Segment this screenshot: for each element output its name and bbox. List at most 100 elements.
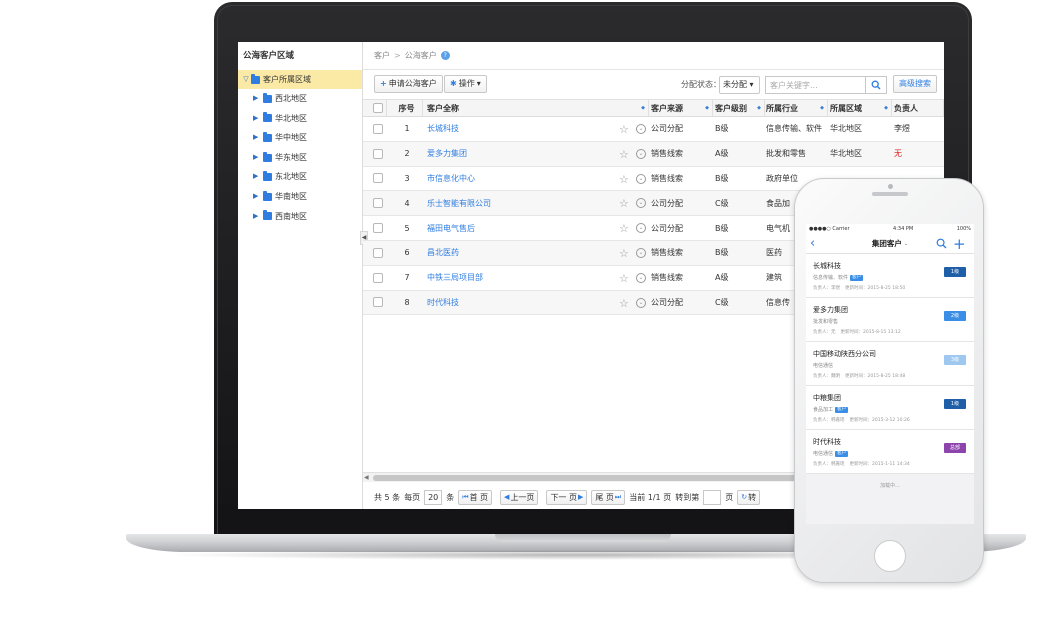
row-checkbox[interactable] [373,247,383,258]
list-item[interactable]: 爱多力集团 批发和零售 负责人：无 更新时间：2015-8-15 13:12 2级 [806,298,974,342]
chevron-down-circle-icon[interactable]: ⌄ [636,297,646,308]
cell-seq: 4 [404,198,410,208]
star-icon[interactable]: ☆ [619,223,629,234]
caret-right-icon[interactable]: ▶ [253,167,263,187]
prev-page-button[interactable]: ◀ 上一页 [500,489,539,505]
header-name-label: 客户全称 [427,103,459,113]
caret-right-icon[interactable]: ▶ [253,187,263,207]
last-page-icon: ⏭ [614,492,622,501]
star-icon[interactable]: ☆ [619,198,629,209]
chevron-down-icon[interactable]: ⌄ [904,241,908,247]
list-item[interactable]: 中国移动陕西分公司 电信通信 负责人：魏明 更新时间：2015-8-25 18:48 3… [806,342,974,386]
header-industry[interactable]: 所属行业 ◆ [766,100,828,116]
star-icon[interactable]: ☆ [619,298,629,309]
breadcrumb-separator: > [394,50,401,60]
card-name: 爱多力集团 [813,306,848,314]
next-page-button[interactable]: 下一 页 ▶ [546,489,588,505]
last-page-button[interactable]: 尾 页 ⏭ [591,489,626,505]
star-icon[interactable]: ☆ [619,273,629,284]
per-page-input[interactable] [424,489,443,505]
add-icon[interactable]: + [953,234,966,254]
action-dropdown-button[interactable]: ✱ 操作 ▾ [444,75,487,93]
select-all-checkbox[interactable] [373,103,383,113]
list-item[interactable]: 长城科技 信息传输、软件 客户 负责人：李煜 更新时间：2015-8-25 18:50 1… [806,254,974,298]
row-checkbox[interactable] [373,297,383,308]
tree-item-label: 华东地区 [275,152,307,162]
chevron-down-circle-icon[interactable]: ⌄ [636,148,646,159]
card-owner: 负责人：李煜 [813,286,840,291]
caret-right-icon[interactable]: ▶ [253,89,263,109]
goto-page-input[interactable] [703,489,722,505]
go-button[interactable]: ↻ 转 [737,489,761,505]
customer-name-link[interactable]: 中铁三局项目部 [427,272,483,283]
caret-right-icon[interactable]: ▶ [253,109,263,129]
first-page-button[interactable]: ⏮ 首 页 [458,489,493,505]
tree-item[interactable]: ▶ 西南地区 [238,207,362,227]
chevron-down-circle-icon[interactable]: ⌄ [636,247,646,258]
row-checkbox[interactable] [373,223,383,234]
header-name[interactable]: 客户全称 ◆ [427,100,649,116]
star-icon[interactable]: ☆ [619,124,629,135]
row-checkbox[interactable] [373,272,383,283]
tree-item[interactable]: ▶ 东北地区 [238,167,362,187]
cell-source: 销售线索 [651,273,683,283]
customer-name-link[interactable]: 福田电气售后 [427,223,475,234]
phone-nav-bar: ‹ 集团客户 ⌄ + [806,234,974,254]
tree-item[interactable]: ▶ 华北地区 [238,109,362,129]
back-icon[interactable]: ‹ [810,236,815,252]
chevron-down-circle-icon[interactable]: ⌄ [636,272,646,283]
caret-down-icon[interactable]: ▽ [241,70,251,89]
status-filter-label: 分配状态： [681,80,721,89]
tree-item[interactable]: ▶ 西北地区 [238,89,362,109]
caret-right-icon[interactable]: ▶ [253,148,263,168]
header-level[interactable]: 客户级别 ◆ [715,100,765,116]
list-item[interactable]: 中粮集团 食品加工 客户 负责人：韩嘉瑶 更新时间：2015-3-12 10:26 1级 [806,386,974,430]
customer-name-link[interactable]: 爱多力集团 [427,148,467,159]
tree-item[interactable]: ▶ 华南地区 [238,187,362,207]
help-icon[interactable]: ? [440,51,450,60]
card-industry-label: 电信通信 [813,451,834,457]
plus-icon: + [380,79,387,88]
row-checkbox[interactable] [373,173,383,184]
caret-right-icon[interactable]: ▶ [253,128,263,148]
customer-name-link[interactable]: 长城科技 [427,123,459,134]
home-button[interactable] [874,540,906,572]
search-button[interactable] [865,76,887,94]
tree-root[interactable]: ▽ 客户所属区域 [238,70,362,89]
card-name: 中国移动陕西分公司 [813,350,876,358]
search-icon[interactable] [936,238,947,249]
customer-name-link[interactable]: 时代科技 [427,297,459,308]
table-row[interactable]: 1 长城科技 ☆ ⌄ 公司分配 B级 信息传输、软件 华北地区 李煜 [363,117,944,142]
folder-icon [251,73,260,84]
table-row[interactable]: 2 爱多力集团 ☆ ⌄ 销售线索 A级 批发和零售 华北地区 无 [363,141,944,167]
sort-icon: ◆ [820,105,824,111]
chevron-down-circle-icon[interactable]: ⌄ [636,124,646,134]
current-page: 当前 1/1 页 [629,492,672,502]
header-source[interactable]: 客户来源 ◆ [651,100,713,116]
row-checkbox[interactable] [373,198,383,209]
star-icon[interactable]: ☆ [619,248,629,259]
status-filter-select[interactable]: 未分配 ▾ [719,76,760,94]
chevron-down-circle-icon[interactable]: ⌄ [636,173,646,184]
card-owner: 负责人：韩嘉瑶 [813,418,845,423]
apply-customer-button[interactable]: + 申请公海客户 [374,75,443,93]
tree-item[interactable]: ▶ 华东地区 [238,148,362,168]
advanced-search-button[interactable]: 高级搜索 [893,75,937,93]
star-icon[interactable]: ☆ [619,149,629,160]
row-checkbox[interactable] [373,148,383,159]
row-checkbox[interactable] [373,123,383,134]
breadcrumb-parent[interactable]: 客户 [374,42,390,70]
caret-right-icon[interactable]: ▶ [253,207,263,227]
header-owner: 负责人 [894,100,944,116]
tree-item[interactable]: ▶ 华中地区 [238,128,362,148]
phone-title[interactable]: 集团客户 [872,238,902,249]
customer-search-input[interactable] [765,76,865,94]
customer-name-link[interactable]: 市信息化中心 [427,173,475,184]
customer-name-link[interactable]: 乐士智能有限公司 [427,198,491,209]
customer-name-link[interactable]: 昌北医药 [427,247,459,258]
action-label: 操作 [458,79,475,88]
star-icon[interactable]: ☆ [619,174,629,185]
scroll-left-icon[interactable]: ◀ [364,473,369,483]
header-region[interactable]: 所属区域 ◆ [830,100,892,116]
list-item[interactable]: 时代科技 电信通信 客户 负责人：韩嘉瑶 更新时间：2015-1-11 14:34 总部 [806,430,974,474]
